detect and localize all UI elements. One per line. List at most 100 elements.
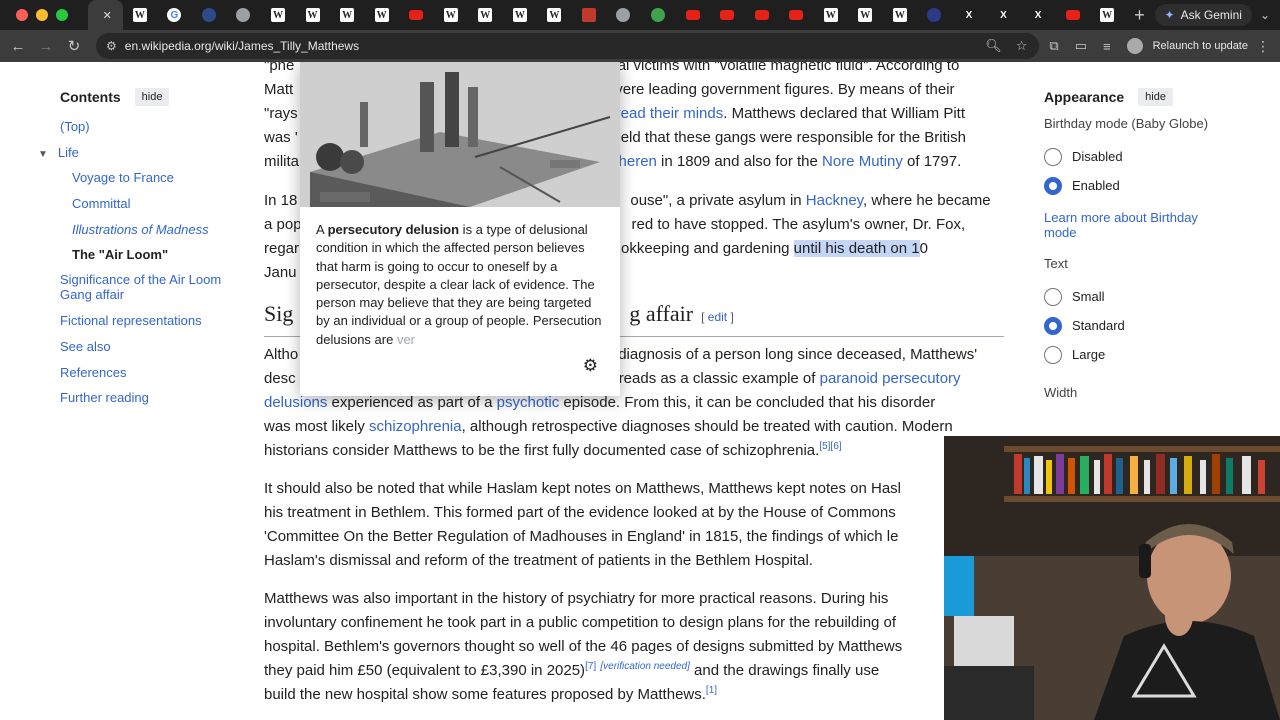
browser-tab[interactable]: W: [848, 0, 883, 30]
browser-tab[interactable]: [192, 0, 227, 30]
new-tab-button[interactable]: +: [1125, 5, 1155, 26]
toc-item[interactable]: The "Air Loom": [60, 246, 230, 272]
close-window-icon[interactable]: [16, 9, 28, 21]
bookmark-star-icon[interactable]: ☆: [1016, 38, 1028, 54]
toc-item[interactable]: Voyage to France: [60, 169, 230, 195]
browser-tab[interactable]: X: [986, 0, 1021, 30]
page-preview-popup[interactable]: A persecutory delusion is a type of delu…: [300, 62, 620, 396]
browser-tab[interactable]: W: [330, 0, 365, 30]
toc-item[interactable]: (Top): [60, 118, 230, 144]
browser-tab[interactable]: X: [952, 0, 987, 30]
toc-item[interactable]: Further reading: [60, 389, 230, 415]
browser-tab[interactable]: [675, 0, 710, 30]
browser-tab[interactable]: [779, 0, 814, 30]
citation-1[interactable]: [1]: [706, 685, 717, 696]
browser-tab[interactable]: [641, 0, 676, 30]
radio-button[interactable]: [1044, 176, 1062, 195]
link-paranoid-persecutory[interactable]: paranoid persecutory: [820, 370, 961, 387]
toc-item[interactable]: ▼ Life: [38, 144, 230, 170]
browser-tab[interactable]: W: [537, 0, 572, 30]
edit-section-link[interactable]: edit: [708, 310, 727, 324]
link-schizophrenia[interactable]: schizophrenia: [369, 418, 462, 435]
browser-tab[interactable]: [399, 0, 434, 30]
appearance-hide-button[interactable]: hide: [1138, 88, 1173, 106]
maximize-window-icon[interactable]: [56, 9, 68, 21]
browser-tab[interactable]: W: [1090, 0, 1125, 30]
browser-tab[interactable]: [572, 0, 607, 30]
toc-item[interactable]: Committal: [60, 195, 230, 221]
ask-gemini-label: Ask Gemini: [1180, 8, 1242, 22]
address-bar[interactable]: ⚙ en.wikipedia.org/wiki/James_Tilly_Matt…: [96, 33, 1040, 59]
x-favicon: X: [965, 9, 973, 21]
youtube-favicon: [685, 10, 700, 20]
preview-settings-gear-icon[interactable]: ⚙: [583, 356, 598, 376]
radio-label: Standard: [1072, 318, 1125, 333]
tab-search-chevron-icon[interactable]: ⌄: [1260, 8, 1270, 22]
gemini-sparkle-icon: ✦: [1164, 8, 1175, 22]
youtube-favicon: [1065, 10, 1080, 20]
url-text[interactable]: en.wikipedia.org/wiki/James_Tilly_Matthe…: [125, 39, 359, 53]
minimize-window-icon[interactable]: [36, 9, 48, 21]
side-panel-icon[interactable]: ▭: [1075, 38, 1087, 54]
link-hackney[interactable]: Hackney: [806, 192, 863, 209]
reading-list-icon[interactable]: ≡: [1103, 39, 1111, 54]
link-read-their-minds[interactable]: read their minds: [616, 105, 724, 122]
browser-tab[interactable]: W: [883, 0, 918, 30]
toc-hide-button[interactable]: hide: [134, 88, 170, 106]
site-info-icon[interactable]: ⚙: [106, 39, 117, 53]
verification-needed-tag[interactable]: [verification needed]: [600, 661, 690, 672]
radio-button[interactable]: [1044, 345, 1062, 364]
browser-tab[interactable]: W: [364, 0, 399, 30]
radio-option[interactable]: Small: [1044, 282, 1224, 311]
radio-option[interactable]: Disabled: [1044, 142, 1224, 171]
browser-tab[interactable]: [744, 0, 779, 30]
close-tab-icon[interactable]: ✕: [103, 9, 112, 22]
wikipedia-favicon: W: [892, 8, 907, 22]
forward-arrow-icon[interactable]: →: [32, 38, 60, 55]
profile-avatar[interactable]: [1126, 38, 1143, 54]
link-psychotic[interactable]: psychotic: [497, 394, 560, 411]
citation-5-6[interactable]: [5][6]: [819, 441, 841, 452]
link-nore-mutiny[interactable]: Nore Mutiny: [822, 153, 903, 170]
ask-gemini-button[interactable]: ✦ Ask Gemini: [1154, 4, 1252, 26]
browser-tab[interactable]: W: [503, 0, 538, 30]
toc-item[interactable]: References: [60, 364, 230, 390]
radio-button[interactable]: [1044, 287, 1062, 306]
browser-tab[interactable]: [917, 0, 952, 30]
toc-item[interactable]: Significance of the Air Loom Gang affair: [60, 272, 230, 312]
learn-more-birthday-link[interactable]: Learn more about Birthday mode: [1044, 210, 1224, 240]
radio-option[interactable]: Large: [1044, 340, 1224, 369]
browser-tab[interactable]: [606, 0, 641, 30]
browser-tab[interactable]: W: [813, 0, 848, 30]
browser-menu-icon[interactable]: ⋮: [1256, 38, 1270, 55]
browser-tab[interactable]: [226, 0, 261, 30]
relaunch-to-update-button[interactable]: Relaunch to update: [1153, 40, 1248, 52]
wikipedia-favicon: W: [547, 8, 562, 22]
browser-tab[interactable]: [1055, 0, 1090, 30]
toc-item[interactable]: See also: [60, 338, 230, 364]
browser-tab[interactable]: W: [295, 0, 330, 30]
link-delusions[interactable]: delusions: [264, 394, 327, 411]
browser-tab[interactable]: ✕W: [88, 0, 123, 30]
toc-item[interactable]: Illustrations of Madness: [60, 221, 230, 247]
radio-button[interactable]: [1044, 147, 1062, 166]
browser-tab[interactable]: W: [123, 0, 158, 30]
browser-tab[interactable]: G: [157, 0, 192, 30]
zoom-icon[interactable]: 🔍︎: [985, 38, 1002, 54]
browser-tab[interactable]: W: [261, 0, 296, 30]
citation-7[interactable]: [7]: [585, 661, 596, 672]
reload-icon[interactable]: ↻: [60, 37, 88, 55]
browser-tab[interactable]: W: [433, 0, 468, 30]
browser-tab[interactable]: X: [1021, 0, 1056, 30]
browser-tab[interactable]: W: [468, 0, 503, 30]
radio-option[interactable]: Standard: [1044, 311, 1224, 340]
red-favicon: [581, 8, 596, 22]
toc-item[interactable]: Fictional representations: [60, 312, 230, 338]
toc-expand-chevron-icon[interactable]: ▼: [38, 149, 48, 160]
extensions-puzzle-icon[interactable]: ⧉: [1049, 38, 1058, 54]
back-arrow-icon[interactable]: ←: [4, 38, 32, 55]
browser-tab[interactable]: [710, 0, 745, 30]
radio-label: Small: [1072, 289, 1105, 304]
radio-option[interactable]: Enabled: [1044, 171, 1224, 200]
radio-button[interactable]: [1044, 316, 1062, 335]
